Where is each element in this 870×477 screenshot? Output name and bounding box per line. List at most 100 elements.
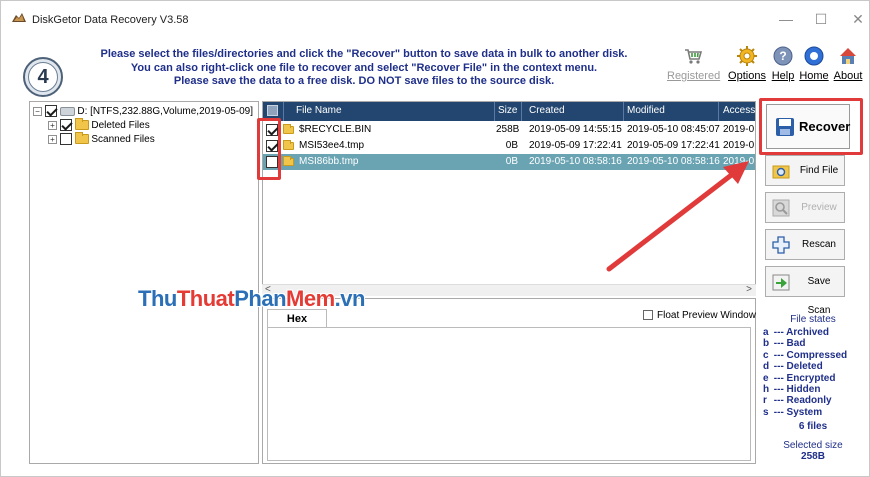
cart-icon <box>685 49 703 64</box>
file-icon <box>283 140 294 150</box>
files-count: 6 files <box>798 421 828 433</box>
help-icon: ? <box>773 46 793 66</box>
app-logo-icon <box>12 13 26 22</box>
state-encrypted: e --- Encrypted <box>763 372 836 384</box>
table-row[interactable]: $RECYCLE.BIN 258B 2019-05-09 14:55:15 20… <box>263 122 755 138</box>
preview-panel: Hex Float Preview Window <box>262 298 756 464</box>
file-modified: 2019-05-10 08:45:07 <box>627 124 720 135</box>
file-size: 0B <box>505 140 518 151</box>
options-link[interactable]: Options <box>728 45 766 82</box>
file-accessed: 2019-0 <box>723 140 755 151</box>
column-file-name[interactable]: File Name <box>296 105 342 116</box>
file-modified: 2019-05-10 08:58:16 <box>627 156 720 167</box>
preview-file-button[interactable]: Preview File <box>765 192 845 242</box>
file-states-legend: File states a --- Archived b --- Bad c -… <box>763 314 863 462</box>
tree-root-label: D: [NTFS,232.88G,Volume,2019-05-09] <box>77 106 253 117</box>
find-folder-icon <box>772 165 790 179</box>
drive-icon <box>59 106 75 116</box>
scroll-right-icon[interactable]: > <box>746 284 752 295</box>
save-scan-icon <box>772 274 790 291</box>
tree-item-label: Deleted Files <box>91 120 150 131</box>
home-link[interactable]: Home <box>799 45 829 82</box>
tree-root[interactable]: − D: [NTFS,232.88G,Volume,2019-05-09] <box>33 105 253 119</box>
step-indicator: 4 <box>23 57 63 97</box>
find-file-label: Find File <box>799 165 839 176</box>
checkbox-highlight-box <box>257 118 281 180</box>
hex-view <box>267 327 751 461</box>
help-link[interactable]: ? Help <box>770 45 796 82</box>
selected-size-value: 258B <box>801 451 825 463</box>
state-readonly: r --- Readonly <box>763 395 832 407</box>
folder-tree: − D: [NTFS,232.88G,Volume,2019-05-09] + … <box>29 101 259 464</box>
instruction-line-1: Please select the files/directories and … <box>100 48 628 60</box>
column-created[interactable]: Created <box>529 105 565 116</box>
column-accessed[interactable]: Access <box>723 105 755 116</box>
expand-icon[interactable]: + <box>48 134 57 144</box>
rescan-label: Rescan <box>802 239 836 250</box>
options-label: Options <box>728 70 766 82</box>
column-modified[interactable]: Modified <box>627 105 665 116</box>
float-preview-label: Float Preview Window <box>657 310 756 321</box>
file-accessed: 2019-0 <box>723 124 755 135</box>
tree-item-label: Scanned Files <box>91 134 155 145</box>
state-system: s --- System <box>763 406 823 418</box>
rescan-button[interactable]: Rescan <box>765 229 845 260</box>
preview-icon <box>772 199 790 217</box>
gear-icon <box>737 46 757 66</box>
file-list-header: File Name Size Created Modified Access <box>263 102 755 121</box>
file-accessed: 2019-0 <box>723 156 755 167</box>
home-label: Home <box>799 70 829 82</box>
step-number: 4 <box>28 62 58 92</box>
file-modified: 2019-05-09 17:22:41 <box>627 140 720 151</box>
scanned-files-checkbox[interactable] <box>59 133 72 146</box>
about-link[interactable]: About <box>832 45 864 82</box>
table-row[interactable]: MSI53ee4.tmp 0B 2019-05-09 17:22:41 2019… <box>263 138 755 154</box>
file-created: 2019-05-10 08:58:16 <box>529 156 622 167</box>
file-created: 2019-05-09 14:55:15 <box>529 124 622 135</box>
file-size: 258B <box>496 124 520 135</box>
state-compressed: c --- Compressed <box>763 349 848 361</box>
svg-text:?: ? <box>779 49 786 63</box>
instructions: Please select the files/directories and … <box>71 48 657 89</box>
tree-item-deleted-files[interactable]: + Deleted Files <box>48 118 150 133</box>
float-preview-toggle[interactable]: Float Preview Window <box>643 310 756 321</box>
collapse-icon[interactable]: − <box>33 106 42 116</box>
minimize-button[interactable]: — <box>771 9 801 29</box>
registered-link[interactable]: Registered <box>667 45 721 82</box>
maximize-button[interactable]: ☐ <box>806 9 836 29</box>
instruction-line-3: Please save the data to a free disk. DO … <box>173 75 555 87</box>
select-all-checkbox[interactable] <box>267 105 278 116</box>
tree-root-checkbox[interactable] <box>44 105 57 118</box>
file-name: MSI53ee4.tmp <box>299 140 365 151</box>
about-label: About <box>833 70 863 82</box>
find-file-button[interactable]: Find File <box>765 155 845 186</box>
float-preview-checkbox[interactable] <box>643 310 653 321</box>
folder-icon <box>283 124 294 134</box>
deleted-files-checkbox[interactable] <box>59 119 72 132</box>
close-button[interactable]: ✕ <box>843 9 870 29</box>
table-row-selected[interactable]: MSI86bb.tmp 0B 2019-05-10 08:58:16 2019-… <box>263 154 755 170</box>
window-title: DiskGetor Data Recovery V3.58 <box>32 14 189 26</box>
registered-label: Registered <box>667 70 721 82</box>
state-hidden: h --- Hidden <box>763 384 821 396</box>
plus-icon <box>772 236 790 254</box>
save-scan-button[interactable]: Save Scan <box>765 266 845 316</box>
expand-icon[interactable]: + <box>48 120 57 130</box>
file-name: MSI86bb.tmp <box>299 156 359 167</box>
state-archived: a --- Archived <box>763 327 829 338</box>
file-states-title: File states <box>790 314 836 325</box>
state-deleted: d --- Deleted <box>763 361 823 373</box>
preview-file-label: Preview File <box>801 202 837 242</box>
file-list: File Name Size Created Modified Access $… <box>262 101 756 296</box>
save-scan-label: Save Scan <box>807 276 831 316</box>
tree-item-scanned-files[interactable]: + Scanned Files <box>48 132 155 147</box>
state-bad: b --- Bad <box>763 338 806 350</box>
house-icon <box>840 48 856 64</box>
column-size[interactable]: Size <box>498 105 517 116</box>
app-window: DiskGetor Data Recovery V3.58 — ☐ ✕ 4 Pl… <box>0 0 870 477</box>
file-size: 0B <box>505 156 518 167</box>
selected-size-label: Selected size <box>783 440 843 452</box>
file-name: $RECYCLE.BIN <box>299 124 372 135</box>
instruction-line-2: You can also right-click one file to rec… <box>130 61 598 74</box>
file-icon <box>283 156 294 166</box>
